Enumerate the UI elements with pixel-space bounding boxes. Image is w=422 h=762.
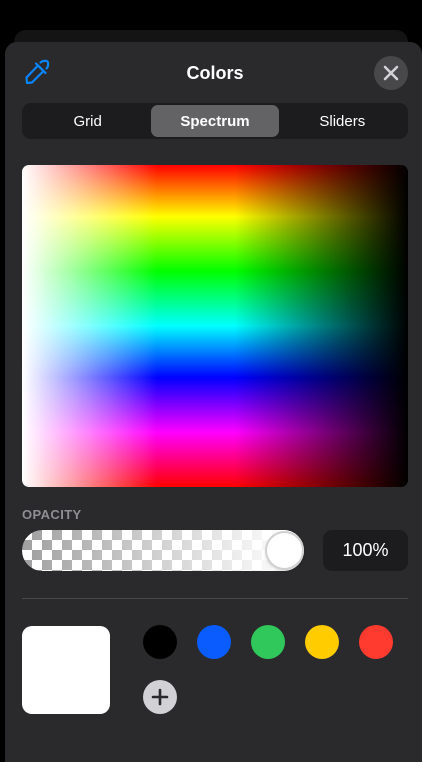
swatch-yellow[interactable] xyxy=(305,625,339,659)
swatch-red[interactable] xyxy=(359,625,393,659)
color-spectrum-picker[interactable] xyxy=(22,165,408,487)
swatch-black[interactable] xyxy=(143,625,177,659)
tab-spectrum[interactable]: Spectrum xyxy=(151,105,279,137)
swatch-blue[interactable] xyxy=(197,625,231,659)
opacity-slider[interactable] xyxy=(22,530,304,571)
opacity-slider-thumb[interactable] xyxy=(267,533,302,568)
close-button[interactable] xyxy=(374,56,408,90)
opacity-value-field[interactable]: 100% xyxy=(323,530,408,571)
divider xyxy=(22,598,408,599)
tab-sliders[interactable]: Sliders xyxy=(279,105,406,137)
add-swatch-button[interactable] xyxy=(143,680,177,714)
current-color-swatch xyxy=(22,626,110,714)
opacity-gradient xyxy=(22,530,304,571)
plus-icon xyxy=(151,688,169,706)
close-icon xyxy=(383,65,399,81)
eyedropper-icon[interactable] xyxy=(20,59,50,89)
panel-title: Colors xyxy=(186,63,244,83)
tab-grid[interactable]: Grid xyxy=(24,105,151,137)
mode-segmented-control: Grid Spectrum Sliders xyxy=(22,103,408,139)
swatch-green[interactable] xyxy=(251,625,285,659)
opacity-label: OPACITY xyxy=(22,507,82,522)
